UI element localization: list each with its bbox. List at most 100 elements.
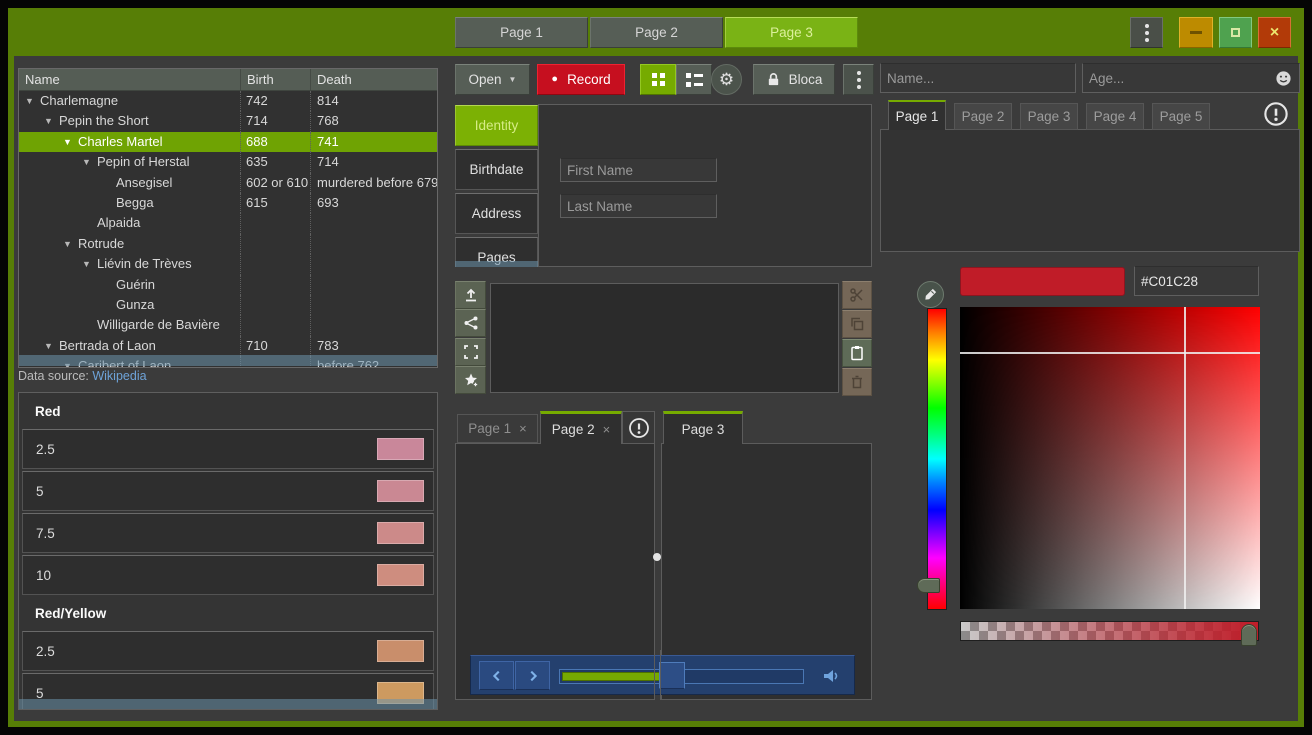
tree-column-death[interactable]: Death	[311, 69, 437, 90]
name-input[interactable]	[880, 63, 1076, 93]
table-row[interactable]: ▼ Begga 615 693	[19, 193, 437, 213]
table-row[interactable]: ▼ Alpaida	[19, 213, 437, 233]
table-row[interactable]: ▼ Charlemagne 742 814	[19, 91, 437, 111]
titlebar-tab[interactable]: Page 1	[455, 17, 588, 48]
color-swatch[interactable]	[960, 267, 1125, 296]
right-tab[interactable]: Page 2	[954, 103, 1012, 130]
person-name: Pepin the Short	[59, 111, 149, 131]
lock-button[interactable]: Bloca	[753, 64, 835, 95]
copy-button[interactable]	[842, 310, 872, 338]
list-item[interactable]: 5	[22, 471, 434, 511]
right-tab[interactable]: Page 3	[1020, 103, 1078, 130]
settings-button[interactable]: ⚙	[711, 64, 742, 95]
expand-arrow-icon[interactable]: ▼	[44, 336, 59, 356]
delete-button[interactable]	[842, 368, 872, 396]
table-row[interactable]: ▼ Guérin	[19, 275, 437, 295]
right-tab[interactable]: Page 1	[888, 100, 946, 130]
grid-view-button[interactable]	[640, 64, 676, 95]
right-tab[interactable]: Page 5	[1152, 103, 1210, 130]
share-button[interactable]	[455, 309, 486, 337]
tree-horizontal-scrollbar[interactable]	[19, 355, 437, 366]
alpha-gradient-strip[interactable]	[960, 621, 1259, 641]
alpha-slider[interactable]	[960, 621, 1259, 647]
smiley-icon[interactable]	[1275, 70, 1292, 87]
munsell-color-list[interactable]: Red 2.5 5 7.5 10 Red/Yellow 2.5	[18, 392, 438, 710]
table-row[interactable]: ▼ Pepin the Short 714 768	[19, 111, 437, 131]
media-slider-handle[interactable]	[659, 662, 685, 689]
fullscreen-button[interactable]	[455, 338, 486, 366]
volume-icon[interactable]	[821, 666, 841, 686]
app-window: Page 1 Page 2 Page 3 × Name Birth Death …	[0, 0, 1312, 735]
list-item[interactable]: 2.5	[22, 429, 434, 469]
tree-column-birth[interactable]: Birth	[241, 69, 311, 90]
eyedropper-button[interactable]	[917, 281, 944, 308]
list-item[interactable]: Red/Yellow	[22, 597, 434, 629]
splitter-handle[interactable]	[653, 553, 661, 561]
upload-button[interactable]	[455, 281, 486, 309]
list-view-button[interactable]	[676, 64, 712, 95]
wikipedia-link[interactable]: Wikipedia	[92, 369, 146, 383]
list-item[interactable]: 7.5	[22, 513, 434, 553]
next-button[interactable]	[515, 661, 550, 690]
age-field[interactable]	[1082, 63, 1300, 93]
form-tab[interactable]: Address	[455, 193, 538, 234]
record-button[interactable]: ● Record	[537, 64, 625, 95]
mid-tab-page1[interactable]: Page 1 ×	[457, 414, 538, 443]
alpha-handle[interactable]	[1241, 624, 1257, 646]
table-row[interactable]: ▼ Charles Martel 688 741	[19, 132, 437, 152]
titlebar-tab[interactable]: Page 2	[590, 17, 723, 48]
expand-arrow-icon[interactable]: ▼	[82, 152, 97, 172]
hex-color-input[interactable]	[1134, 266, 1259, 296]
expand-arrow-icon[interactable]: ▼	[63, 132, 78, 152]
hue-gradient-strip[interactable]	[927, 308, 947, 610]
right-tabs-info-button[interactable]	[1263, 101, 1289, 132]
media-slider[interactable]	[559, 661, 804, 690]
list-item-label: 7.5	[36, 526, 55, 541]
toolbar-menu-button[interactable]	[843, 64, 874, 95]
table-row[interactable]: ▼ Rotrude	[19, 234, 437, 254]
table-row[interactable]: ▼ Willigarde de Bavière	[19, 315, 437, 335]
mid-tab-page2[interactable]: Page 2 ×	[540, 411, 622, 444]
titlebar-tab[interactable]: Page 3	[725, 17, 858, 48]
list-item[interactable]: Red	[22, 395, 434, 427]
expand-arrow-icon[interactable]: ▼	[82, 254, 97, 274]
birth-cell	[241, 213, 311, 233]
saturation-value-square[interactable]	[960, 307, 1260, 609]
minimize-button[interactable]	[1179, 17, 1213, 48]
list-horizontal-scrollbar[interactable]	[19, 699, 437, 709]
paste-button[interactable]	[842, 339, 872, 367]
last-name-field[interactable]	[560, 194, 717, 218]
list-item[interactable]: 2.5	[22, 631, 434, 671]
favorite-add-button[interactable]	[455, 366, 486, 394]
table-row[interactable]: ▼ Pepin of Herstal 635 714	[19, 152, 437, 172]
table-row[interactable]: ▼ Ansegisel 602 or 610 murdered before 6…	[19, 173, 437, 193]
mid-tabs-info-button[interactable]	[622, 411, 655, 444]
form-tab[interactable]: Identity	[455, 105, 538, 146]
mid-tab-page3[interactable]: Page 3	[663, 411, 743, 444]
expand-arrow-icon[interactable]: ▼	[44, 111, 59, 131]
table-row[interactable]: ▼ Liévin de Trèves	[19, 254, 437, 274]
form-tab[interactable]: Birthdate	[455, 149, 538, 190]
previous-button[interactable]	[479, 661, 514, 690]
expand-arrow-icon[interactable]: ▼	[63, 234, 78, 254]
maximize-button[interactable]	[1219, 17, 1252, 48]
first-name-field[interactable]	[560, 158, 717, 182]
genealogy-tree-table[interactable]: Name Birth Death ▼ Charlemagne 742 814 ▼…	[18, 68, 438, 368]
list-item[interactable]: 10	[22, 555, 434, 595]
hue-handle[interactable]	[917, 578, 940, 593]
table-row[interactable]: ▼ Gunza	[19, 295, 437, 315]
hue-slider[interactable]	[917, 308, 947, 610]
table-row[interactable]: ▼ Bertrada of Laon 710 783	[19, 336, 437, 356]
right-tab[interactable]: Page 4	[1086, 103, 1144, 130]
maximize-icon	[1231, 28, 1240, 37]
birth-cell	[241, 295, 311, 315]
tree-column-name[interactable]: Name	[19, 69, 241, 90]
tab-close-icon[interactable]: ×	[519, 421, 527, 436]
cut-button[interactable]	[842, 281, 872, 309]
open-dropdown-button[interactable]: Open ▼	[455, 64, 530, 95]
tab-close-icon[interactable]: ×	[603, 422, 611, 437]
window-menu-button[interactable]	[1130, 17, 1163, 48]
expand-arrow-icon[interactable]: ▼	[25, 91, 40, 111]
form-tabs-scrollbar[interactable]	[455, 261, 538, 267]
close-button[interactable]: ×	[1258, 17, 1291, 48]
